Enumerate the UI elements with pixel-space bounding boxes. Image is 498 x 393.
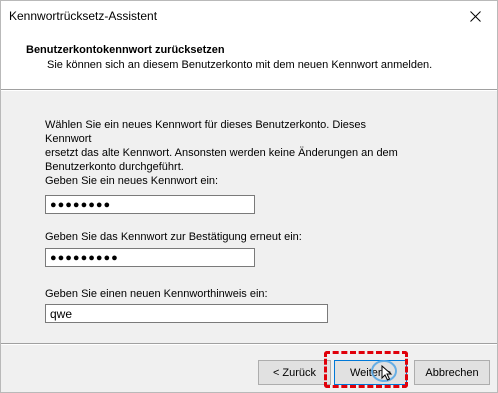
confirm-password-label: Geben Sie das Kennwort zur Bestätigung e… [45,231,302,243]
close-icon [469,10,481,22]
window-title: Kennwortrücksetz-Assistent [9,9,158,23]
page-title: Benutzerkontokennwort zurücksetzen [26,44,225,56]
back-button[interactable]: < Zurück [258,360,331,385]
new-password-field[interactable]: ●●●●●●●● [45,195,255,214]
password-hint-field[interactable]: qwe [45,304,328,323]
intro-line: ersetzt das alte Kennwort. Ansonsten wer… [45,147,398,159]
cancel-button[interactable]: Abbrechen [414,360,490,385]
wizard-window: Kennwortrücksetz-Assistent Benutzerkonto… [0,0,498,393]
confirm-password-field[interactable]: ●●●●●●●●● [45,248,255,267]
password-hint-label: Geben Sie einen neuen Kennworthinweis ei… [45,288,268,300]
click-indicator-icon [371,360,397,382]
title-bar: Kennwortrücksetz-Assistent [1,1,497,31]
intro-line: Benutzerkonto durchgeführt. [45,161,184,173]
wizard-header: Benutzerkontokennwort zurücksetzen Sie k… [1,31,497,89]
intro-line: Wählen Sie ein neues Kennwort für dieses… [45,119,367,145]
page-subtitle: Sie können sich an diesem Benutzerkonto … [47,59,433,71]
intro-text: Wählen Sie ein neues Kennwort für dieses… [45,118,405,174]
close-button[interactable] [453,1,497,31]
new-password-label: Geben Sie ein neues Kennwort ein: [45,175,219,187]
wizard-footer: < Zurück Weiter > Abbrechen [1,345,497,392]
wizard-content: Wählen Sie ein neues Kennwort für dieses… [1,91,497,343]
